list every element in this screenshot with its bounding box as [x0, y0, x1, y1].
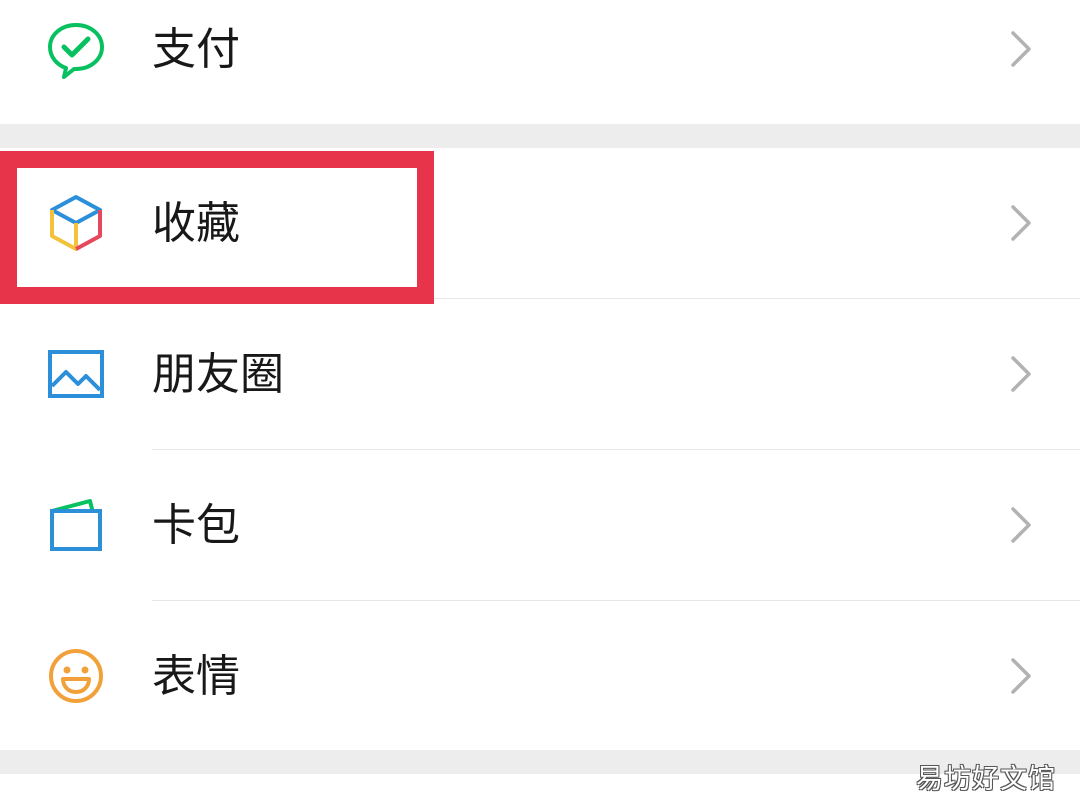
wechat-pay-icon: [44, 17, 108, 81]
menu-group-main: 收藏 朋友圈 卡包 表情: [0, 148, 1080, 750]
menu-item-stickers[interactable]: 表情: [0, 601, 1080, 751]
menu-item-favorites[interactable]: 收藏: [0, 148, 1080, 298]
chevron-right-icon: [1008, 354, 1034, 394]
chevron-right-icon: [1008, 505, 1034, 545]
chevron-right-icon: [1008, 203, 1034, 243]
card-wallet-icon: [44, 493, 108, 557]
sticker-smile-icon: [44, 644, 108, 708]
menu-group-pay: 支付: [0, 0, 1080, 124]
menu-item-card-wallet[interactable]: 卡包: [0, 450, 1080, 600]
menu-item-label: 支付: [152, 24, 240, 75]
menu-item-label: 朋友圈: [152, 349, 284, 400]
moments-picture-icon: [44, 342, 108, 406]
menu-item-label: 收藏: [152, 198, 240, 249]
menu-item-label: 卡包: [152, 500, 240, 551]
menu-item-moments[interactable]: 朋友圈: [0, 299, 1080, 449]
menu-item-label: 表情: [152, 651, 240, 702]
watermark-text: 易坊好文馆: [916, 764, 1056, 795]
favorites-cube-icon: [44, 191, 108, 255]
chevron-right-icon: [1008, 29, 1034, 69]
chevron-right-icon: [1008, 656, 1034, 696]
menu-item-pay[interactable]: 支付: [0, 0, 1080, 124]
